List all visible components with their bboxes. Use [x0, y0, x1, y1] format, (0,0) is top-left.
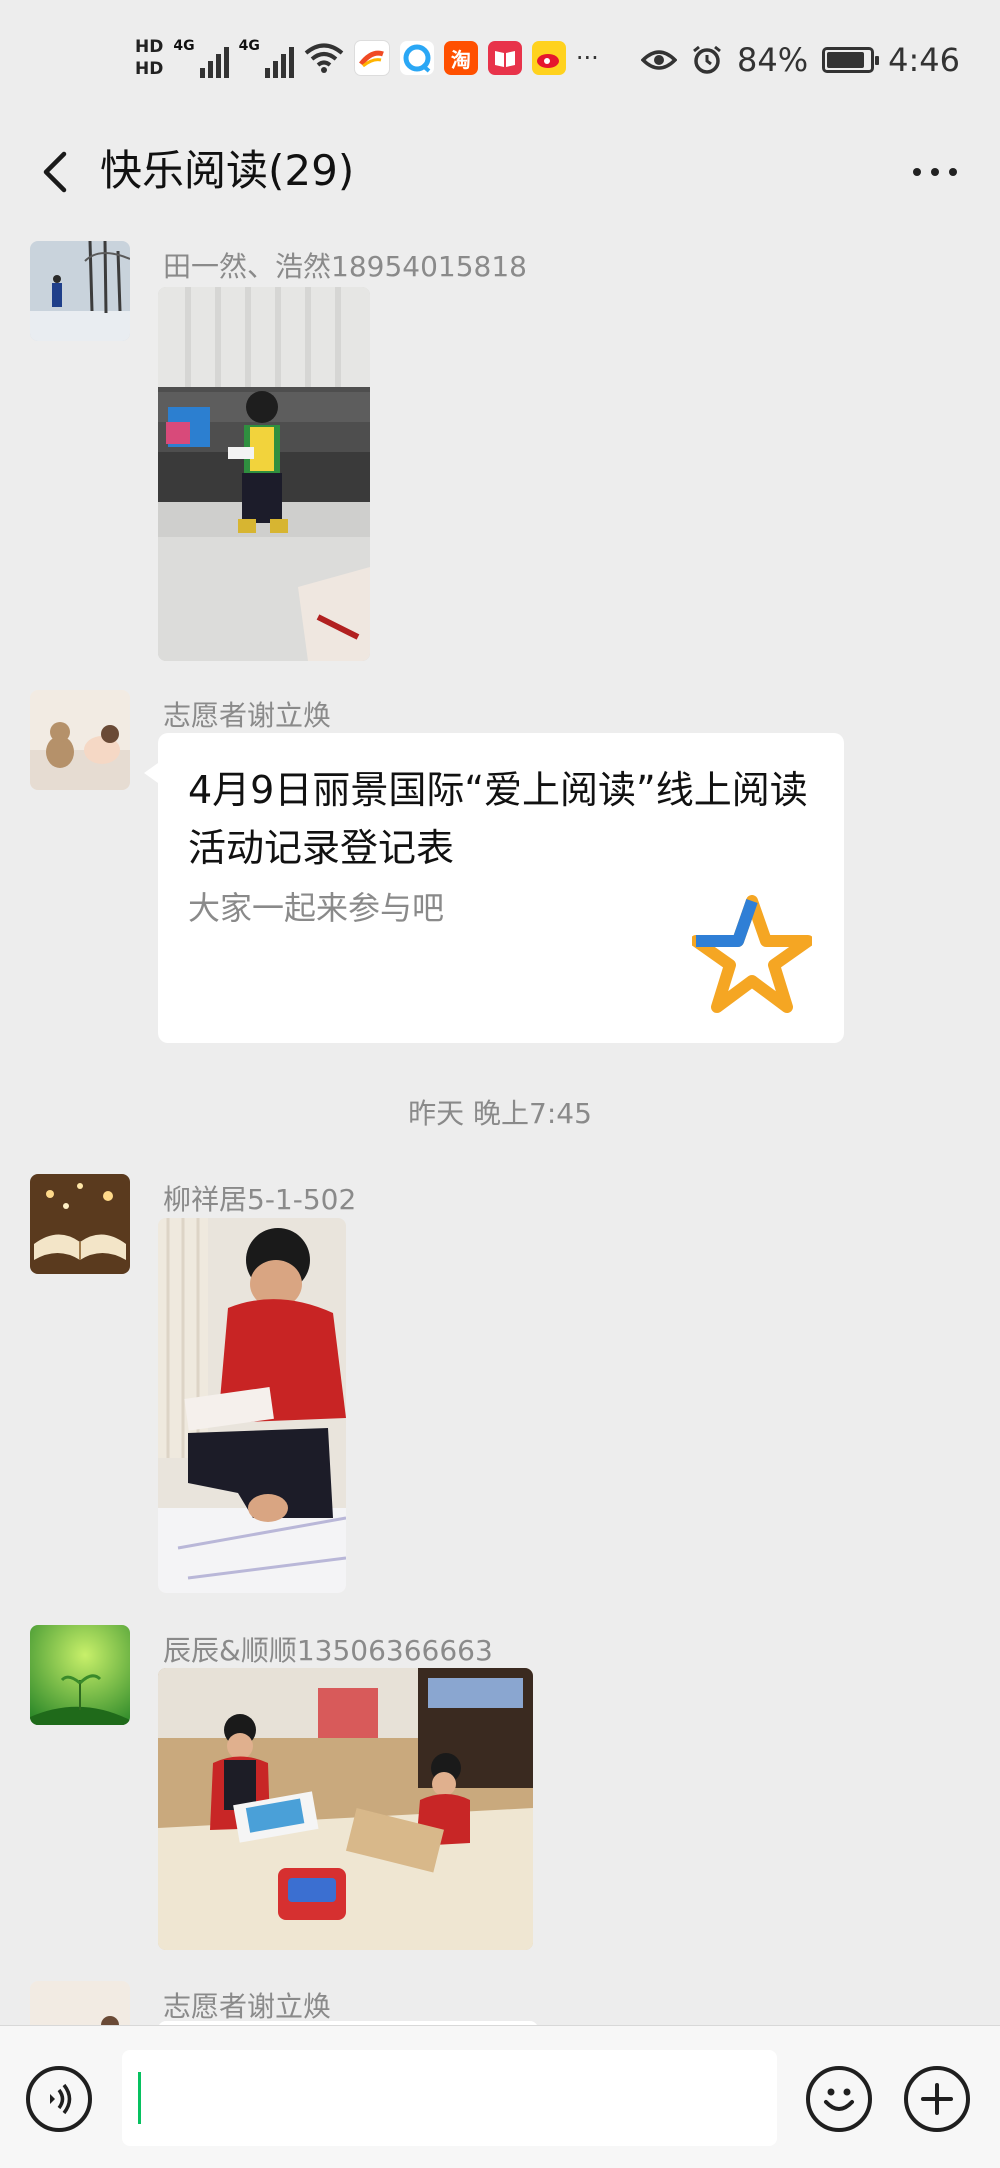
clock-time: 4:46 — [888, 41, 960, 79]
more-dot-icon — [949, 168, 957, 176]
hd1-label: HD — [135, 37, 164, 57]
alarm-icon — [693, 45, 721, 74]
avatar[interactable] — [30, 1981, 130, 2025]
message-input[interactable] — [122, 2050, 777, 2146]
voice-button[interactable] — [26, 2066, 92, 2132]
text-cursor — [138, 2072, 141, 2124]
photo-message[interactable] — [158, 287, 370, 661]
timestamp: 昨天 晚上7:45 — [408, 1097, 592, 1130]
more-dot-icon — [913, 168, 921, 176]
avatar[interactable] — [30, 1625, 130, 1725]
app-icon — [353, 40, 390, 76]
status-right: 84% 4:46 — [641, 30, 960, 90]
avatar[interactable] — [30, 690, 130, 790]
more-button[interactable] — [900, 142, 970, 202]
chat-header: 快乐阅读(29) — [0, 120, 1000, 225]
photo-message[interactable] — [158, 1668, 533, 1950]
taobao-glyph: 淘 — [450, 47, 471, 72]
signal-icon-2: 4G — [239, 38, 294, 78]
browser-icon — [399, 41, 434, 75]
hd-indicator: HD HD — [135, 36, 163, 80]
chat-title: 快乐阅读(29) — [100, 146, 355, 195]
hd2-label: HD — [135, 59, 164, 79]
taobao-icon: 淘 — [443, 41, 478, 75]
input-bar — [0, 2025, 1000, 2168]
net2-label: 4G — [238, 38, 260, 54]
sender-name: 田一然、浩然18954015818 — [163, 250, 527, 283]
wifi-icon — [304, 43, 344, 73]
status-bar: HD HD 4G 4G 淘 ··· 84% 4:46 — [0, 0, 1000, 120]
voice-icon — [50, 2083, 72, 2115]
sender-name: 志愿者谢立焕 — [163, 1990, 332, 2023]
battery-icon — [822, 47, 880, 73]
card-description: 大家一起来参与吧 — [188, 889, 445, 927]
signal-icon: 4G — [173, 38, 229, 78]
photo-message[interactable] — [158, 1218, 346, 1593]
avatar[interactable] — [30, 241, 130, 341]
back-button[interactable] — [30, 142, 90, 202]
plus-icon — [921, 2083, 953, 2115]
message-list[interactable]: 田一然、浩然18954015818 志愿者谢立焕 4月9日丽景国际“爱上阅读”线… — [0, 225, 1000, 2025]
battery-percent: 84% — [737, 41, 809, 79]
eye-icon — [641, 50, 678, 70]
chevron-left-icon — [43, 151, 67, 193]
plus-button[interactable] — [904, 2066, 970, 2132]
weibo-icon — [531, 41, 566, 75]
sender-name: 志愿者谢立焕 — [163, 699, 332, 732]
more-dot-icon — [931, 168, 939, 176]
star-logo-icon — [692, 895, 812, 1013]
emoji-button[interactable] — [806, 2066, 872, 2132]
card-title: 4月9日丽景国际“爱上阅读”线上阅读活动记录登记表 — [188, 768, 808, 870]
reader-icon — [487, 41, 522, 75]
net1-label: 4G — [173, 38, 195, 54]
avatar[interactable] — [30, 1174, 130, 1274]
sender-name: 辰辰&顺顺13506366663 — [163, 1634, 493, 1667]
status-left: HD HD 4G 4G 淘 ··· — [135, 28, 599, 88]
status-more: ··· — [575, 44, 599, 72]
emoji-icon — [824, 2088, 854, 2111]
link-card[interactable]: 4月9日丽景国际“爱上阅读”线上阅读活动记录登记表 大家一起来参与吧 — [144, 733, 844, 1043]
sender-name: 柳祥居5-1-502 — [163, 1183, 357, 1216]
